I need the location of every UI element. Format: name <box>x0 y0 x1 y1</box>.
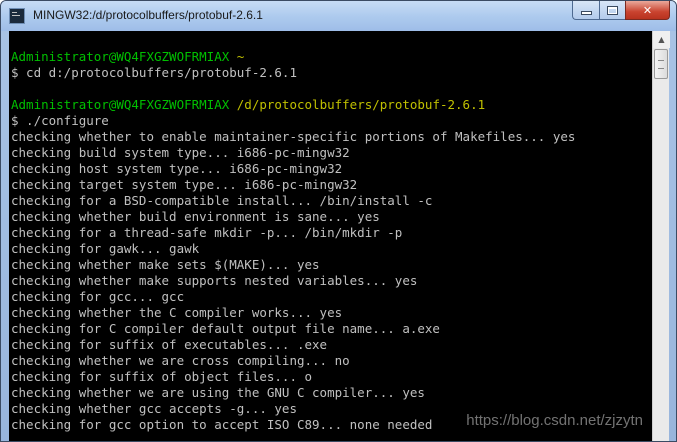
terminal-icon[interactable] <box>9 8 25 24</box>
window-title: MINGW32:/d/protocolbuffers/protobuf-2.6.… <box>33 8 263 22</box>
console-area[interactable]: Administrator@WQ4FXGZWOFRMIAX ~ $ cd d:/p… <box>9 31 670 441</box>
minimize-button[interactable] <box>572 1 599 20</box>
output-line: checking whether the C compiler works...… <box>11 305 343 320</box>
output-line: checking for a thread-safe mkdir -p... /… <box>11 225 403 240</box>
output-line: checking for C compiler default output f… <box>11 321 440 336</box>
scrollbar-thumb[interactable] <box>654 49 668 79</box>
prompt-user: Administrator@WQ4FXGZWOFRMIAX <box>11 97 230 112</box>
output-line: checking target system type... i686-pc-m… <box>11 177 358 192</box>
output-line: checking for suffix of object files... o <box>11 369 313 384</box>
output-line: checking whether make sets $(MAKE)... ye… <box>11 257 320 272</box>
output-line: checking for suffix of executables... .e… <box>11 337 328 352</box>
output-line: checking host system type... i686-pc-min… <box>11 161 343 176</box>
watermark: https://blog.csdn.net/zjzytn <box>466 412 643 429</box>
output-line: checking whether we are using the GNU C … <box>11 385 425 400</box>
output-line: checking for gcc... gcc <box>11 289 185 304</box>
output-line: checking for a BSD-compatible install...… <box>11 193 433 208</box>
maximize-icon <box>607 5 618 15</box>
vertical-scrollbar[interactable]: ▲ <box>652 31 670 441</box>
prompt-path: ~ <box>236 49 245 64</box>
terminal-output[interactable]: Administrator@WQ4FXGZWOFRMIAX ~ $ cd d:/p… <box>9 31 652 441</box>
output-line: checking build system type... i686-pc-mi… <box>11 145 350 160</box>
command-line: $ ./configure <box>11 113 109 128</box>
title-bar[interactable]: MINGW32:/d/protocolbuffers/protobuf-2.6.… <box>1 1 676 31</box>
output-line: checking whether we are cross compiling.… <box>11 353 350 368</box>
output-line: checking whether build environment is sa… <box>11 209 380 224</box>
command-line: $ cd d:/protocolbuffers/protobuf-2.6.1 <box>11 65 297 80</box>
maximize-button[interactable] <box>599 1 625 20</box>
output-line: checking whether make supports nested va… <box>11 273 418 288</box>
minimize-icon <box>580 10 592 15</box>
prompt-path: /d/protocolbuffers/protobuf-2.6.1 <box>236 97 486 112</box>
output-line: checking whether to enable maintainer-sp… <box>11 129 576 144</box>
close-button[interactable]: ✕ <box>625 1 670 20</box>
prompt-line: Administrator@WQ4FXGZWOFRMIAX /d/protoco… <box>9 97 652 113</box>
output-line: checking for gawk... gawk <box>11 241 200 256</box>
caption-buttons: ✕ <box>572 1 670 21</box>
prompt-line: Administrator@WQ4FXGZWOFRMIAX ~ <box>9 49 652 65</box>
prompt-user: Administrator@WQ4FXGZWOFRMIAX <box>11 49 230 64</box>
terminal-window: MINGW32:/d/protocolbuffers/protobuf-2.6.… <box>0 0 677 442</box>
scroll-up-icon[interactable]: ▲ <box>653 31 670 48</box>
close-icon: ✕ <box>642 3 653 17</box>
